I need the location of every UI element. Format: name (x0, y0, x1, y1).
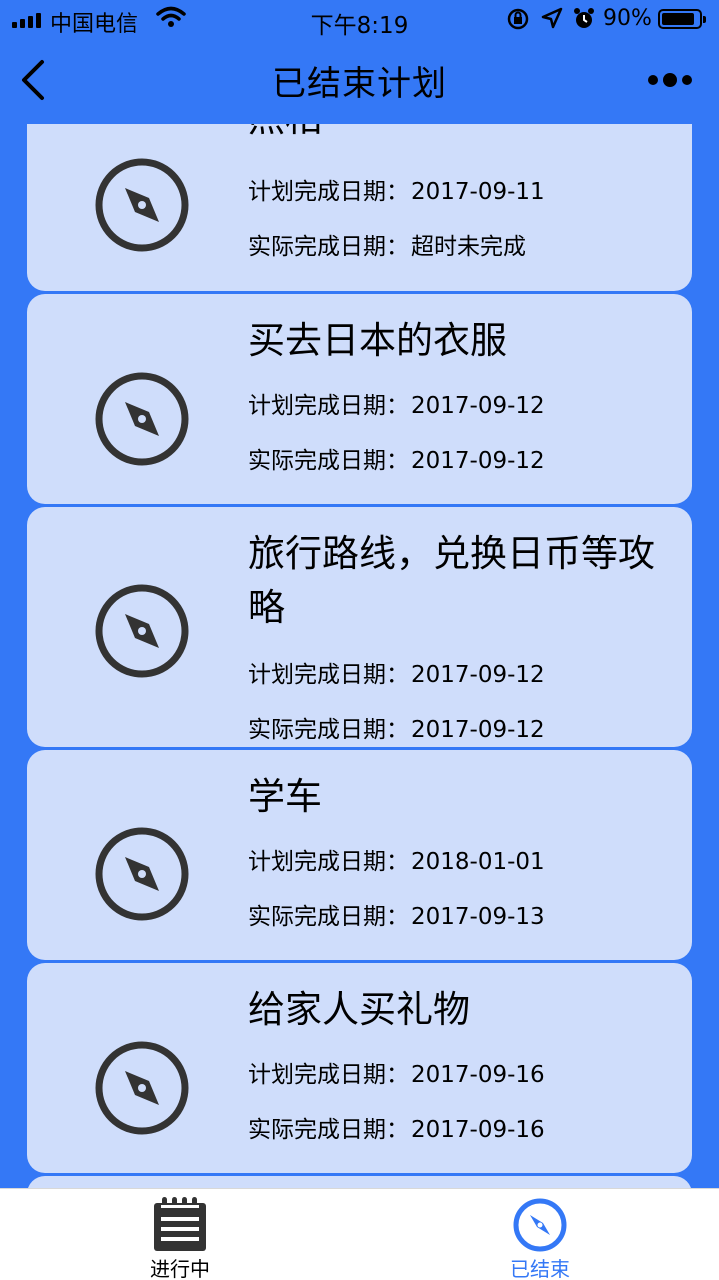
planned-date-value: 2018-01-01 (411, 849, 545, 875)
actual-date-label: 实际完成日期： (248, 904, 409, 930)
actual-date-label: 实际完成日期： (248, 234, 409, 260)
planned-date: 计划完成日期：2017-09-11 (248, 172, 545, 206)
compass-icon (93, 825, 191, 923)
compass-icon (512, 1195, 568, 1253)
compass-icon (93, 370, 191, 468)
plan-card[interactable]: 学车 计划完成日期：2018-01-01 实际完成日期：2017-09-13 (27, 750, 692, 960)
alarm-icon (572, 6, 596, 38)
actual-date-value: 2017-09-12 (411, 448, 545, 474)
actual-date: 实际完成日期：2017-09-13 (248, 897, 545, 931)
actual-date: 实际完成日期：2017-09-12 (248, 710, 545, 744)
battery-fill (662, 13, 695, 25)
navigation-bar: 已结束计划 (0, 40, 719, 124)
actual-date-value: 2017-09-12 (411, 717, 545, 743)
actual-date-value: 2017-09-13 (411, 904, 545, 930)
plan-title: 照相 (248, 124, 678, 146)
planned-date-label: 计划完成日期： (248, 662, 409, 688)
status-bar: 中国电信 下午8:19 90% (0, 0, 719, 40)
planned-date-value: 2017-09-12 (411, 393, 545, 419)
tab-bar: 进行中 已结束 (0, 1188, 719, 1280)
planned-date-label: 计划完成日期： (248, 179, 409, 205)
tab-ongoing-label: 进行中 (150, 1257, 210, 1280)
actual-date-label: 实际完成日期： (248, 717, 409, 743)
actual-date: 实际完成日期：2017-09-12 (248, 441, 545, 475)
actual-date: 实际完成日期：2017-09-16 (248, 1110, 545, 1144)
actual-date-value: 2017-09-16 (411, 1117, 545, 1143)
notepad-icon (152, 1195, 208, 1253)
tab-ended[interactable]: 已结束 (440, 1189, 640, 1280)
plan-card[interactable]: 买去日本的衣服 计划完成日期：2017-09-12 实际完成日期：2017-09… (27, 294, 692, 504)
rotation-lock-icon (506, 6, 530, 38)
planned-date-value: 2017-09-16 (411, 1062, 545, 1088)
tab-ended-label: 已结束 (510, 1257, 570, 1280)
battery-percentage: 90% (603, 6, 652, 31)
plan-title: 给家人买礼物 (248, 988, 470, 1031)
actual-date: 实际完成日期：超时未完成 (248, 227, 526, 261)
planned-date: 计划完成日期：2017-09-16 (248, 1055, 545, 1089)
plan-card[interactable] (27, 1176, 692, 1188)
plan-card[interactable]: 照相 计划完成日期：2017-09-11 实际完成日期：超时未完成 (27, 124, 692, 291)
page-title: 已结束计划 (272, 64, 447, 104)
plan-title: 旅行路线，兑换日币等攻略 (248, 532, 655, 629)
location-icon (540, 6, 564, 38)
plan-list[interactable]: 照相 计划完成日期：2017-09-11 实际完成日期：超时未完成 买去日本的衣… (0, 124, 719, 1188)
planned-date: 计划完成日期：2017-09-12 (248, 386, 545, 420)
more-dots-icon[interactable] (648, 70, 696, 90)
actual-date-label: 实际完成日期： (248, 448, 409, 474)
compass-icon (93, 582, 191, 680)
planned-date: 计划完成日期：2018-01-01 (248, 842, 545, 876)
planned-date-label: 计划完成日期： (248, 393, 409, 419)
planned-date: 计划完成日期：2017-09-12 (248, 655, 545, 689)
compass-icon (93, 1039, 191, 1137)
plan-title: 学车 (248, 775, 322, 818)
actual-date-label: 实际完成日期： (248, 1117, 409, 1143)
plan-title: 买去日本的衣服 (248, 319, 507, 362)
plan-card[interactable]: 旅行路线，兑换日币等攻略 计划完成日期：2017-09-12 实际完成日期：20… (27, 507, 692, 747)
planned-date-value: 2017-09-11 (411, 179, 545, 205)
plan-card[interactable]: 给家人买礼物 计划完成日期：2017-09-16 实际完成日期：2017-09-… (27, 963, 692, 1173)
planned-date-value: 2017-09-12 (411, 662, 545, 688)
compass-icon (93, 156, 191, 254)
planned-date-label: 计划完成日期： (248, 1062, 409, 1088)
battery-icon (658, 9, 706, 29)
actual-date-value: 超时未完成 (411, 234, 526, 260)
planned-date-label: 计划完成日期： (248, 849, 409, 875)
tab-ongoing[interactable]: 进行中 (80, 1189, 280, 1280)
